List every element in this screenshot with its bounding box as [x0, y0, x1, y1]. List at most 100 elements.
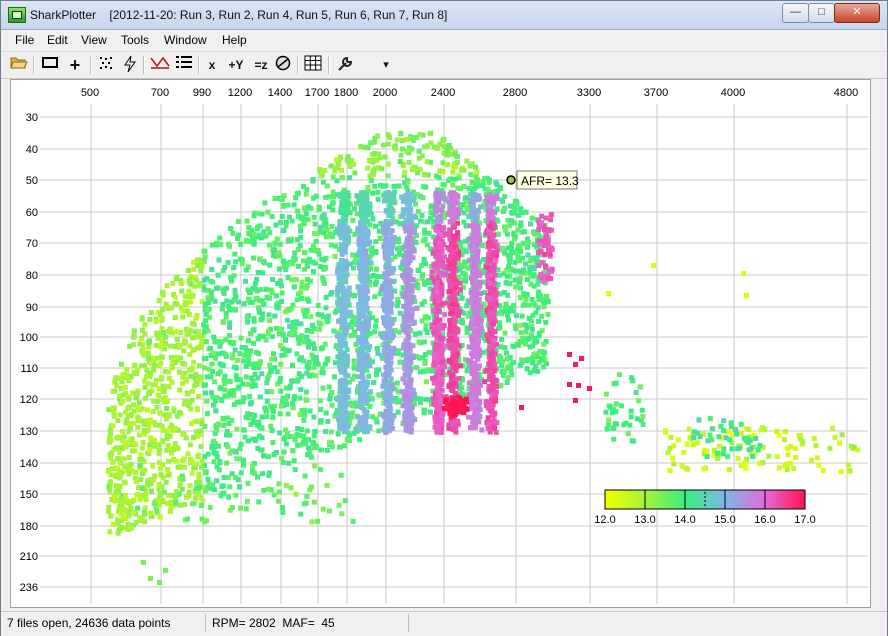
- y-tick-label: 180: [20, 521, 38, 533]
- data-point: [178, 281, 184, 287]
- plot-area[interactable]: 500 700 990 1200 1400 1700 1800 2000 2400 2800 330…: [10, 79, 871, 608]
- data-point: [367, 158, 373, 164]
- data-point: [524, 276, 530, 282]
- data-point: [281, 449, 287, 455]
- data-point: [158, 396, 164, 402]
- data-point: [296, 340, 302, 346]
- data-point: [114, 435, 120, 441]
- data-point: [268, 287, 274, 293]
- list-button[interactable]: [173, 55, 195, 75]
- open-folder-button[interactable]: [9, 55, 29, 75]
- data-point: [385, 420, 391, 426]
- menu-file[interactable]: File: [15, 33, 34, 47]
- tools-button[interactable]: [333, 55, 357, 75]
- menu-tools[interactable]: Tools: [121, 33, 149, 47]
- data-point: [510, 360, 516, 365]
- data-point: [385, 241, 391, 247]
- lightning-button[interactable]: [119, 55, 141, 75]
- x-tick-label: 1700: [305, 87, 329, 99]
- data-point: [372, 183, 378, 189]
- menu-view[interactable]: View: [81, 33, 107, 47]
- data-point: [236, 299, 241, 305]
- data-point: [352, 206, 357, 212]
- data-point: [436, 429, 442, 435]
- y-tick-label: 100: [20, 332, 38, 344]
- axis-swap-button[interactable]: [148, 55, 172, 75]
- data-point: [292, 325, 298, 330]
- data-point: [283, 267, 289, 273]
- data-point: [173, 276, 179, 282]
- data-point: [312, 231, 317, 236]
- data-point: [519, 357, 525, 363]
- z-axis-button[interactable]: =z: [250, 55, 272, 75]
- data-point: [337, 444, 343, 450]
- data-point: [461, 210, 467, 216]
- data-point: [119, 361, 125, 367]
- data-point: [185, 391, 191, 397]
- data-point: [322, 341, 328, 347]
- filter-button[interactable]: [273, 55, 293, 75]
- grid-button[interactable]: [302, 55, 324, 75]
- minimize-button[interactable]: —: [782, 3, 809, 23]
- data-point: [106, 509, 112, 515]
- data-point: [327, 439, 332, 445]
- data-point: [222, 351, 228, 357]
- data-point: [299, 279, 305, 285]
- data-point: [133, 470, 139, 475]
- data-point: [420, 195, 426, 201]
- data-point: [307, 408, 313, 414]
- data-point: [126, 513, 132, 519]
- data-point: [385, 161, 391, 167]
- menu-edit[interactable]: Edit: [47, 33, 68, 47]
- data-point: [215, 272, 221, 278]
- rectangle-zoom-button[interactable]: [39, 55, 61, 75]
- menu-window[interactable]: Window: [164, 33, 207, 47]
- data-point: [326, 384, 332, 390]
- crosshair-button[interactable]: +: [64, 55, 86, 75]
- data-point: [235, 236, 240, 242]
- data-point: [373, 416, 379, 422]
- x-tick-label: 1200: [228, 87, 252, 99]
- data-point: [358, 420, 364, 426]
- data-point: [436, 295, 442, 301]
- data-point: [367, 403, 373, 409]
- data-point: [189, 397, 195, 403]
- data-point: [238, 335, 244, 341]
- app-window: SharkPlotter [2012-11-20: Run 3, Run 2, …: [0, 0, 888, 636]
- x-axis-button[interactable]: x: [204, 55, 220, 75]
- data-point: [267, 362, 273, 368]
- maximize-button[interactable]: □: [808, 3, 835, 23]
- close-button[interactable]: ✕: [834, 3, 880, 23]
- data-point: [347, 175, 353, 181]
- x-tick-label: 1400: [268, 87, 292, 99]
- scatter-button[interactable]: [95, 55, 117, 75]
- title-bar[interactable]: SharkPlotter [2012-11-20: Run 3, Run 2, …: [1, 1, 887, 30]
- y-axis-button[interactable]: +Y: [223, 55, 249, 75]
- data-point: [504, 380, 510, 385]
- data-point: [150, 463, 156, 469]
- data-point: [400, 207, 406, 213]
- data-point: [130, 420, 136, 426]
- menu-help[interactable]: Help: [222, 33, 247, 47]
- data-point: [252, 281, 258, 287]
- data-point: [251, 318, 257, 324]
- data-point: [296, 291, 302, 297]
- data-point: [208, 345, 213, 351]
- data-point: [512, 202, 518, 208]
- data-point: [207, 314, 212, 320]
- afr-scatter-chart[interactable]: 500 700 990 1200 1400 1700 1800 2000 2400 2800 330…: [11, 80, 870, 607]
- data-point: [305, 259, 311, 264]
- data-point: [137, 456, 143, 462]
- data-point: [360, 321, 366, 327]
- data-point: [177, 343, 183, 349]
- data-point: [214, 240, 220, 246]
- data-point: [248, 412, 253, 417]
- tools-dropdown-button[interactable]: ▾: [378, 55, 394, 75]
- data-point: [244, 314, 250, 320]
- data-point: [122, 480, 128, 486]
- x-tick-label: 1800: [334, 87, 358, 99]
- data-point: [405, 372, 411, 378]
- data-point: [414, 365, 420, 371]
- data-point: [299, 427, 305, 432]
- data-point: [359, 346, 365, 352]
